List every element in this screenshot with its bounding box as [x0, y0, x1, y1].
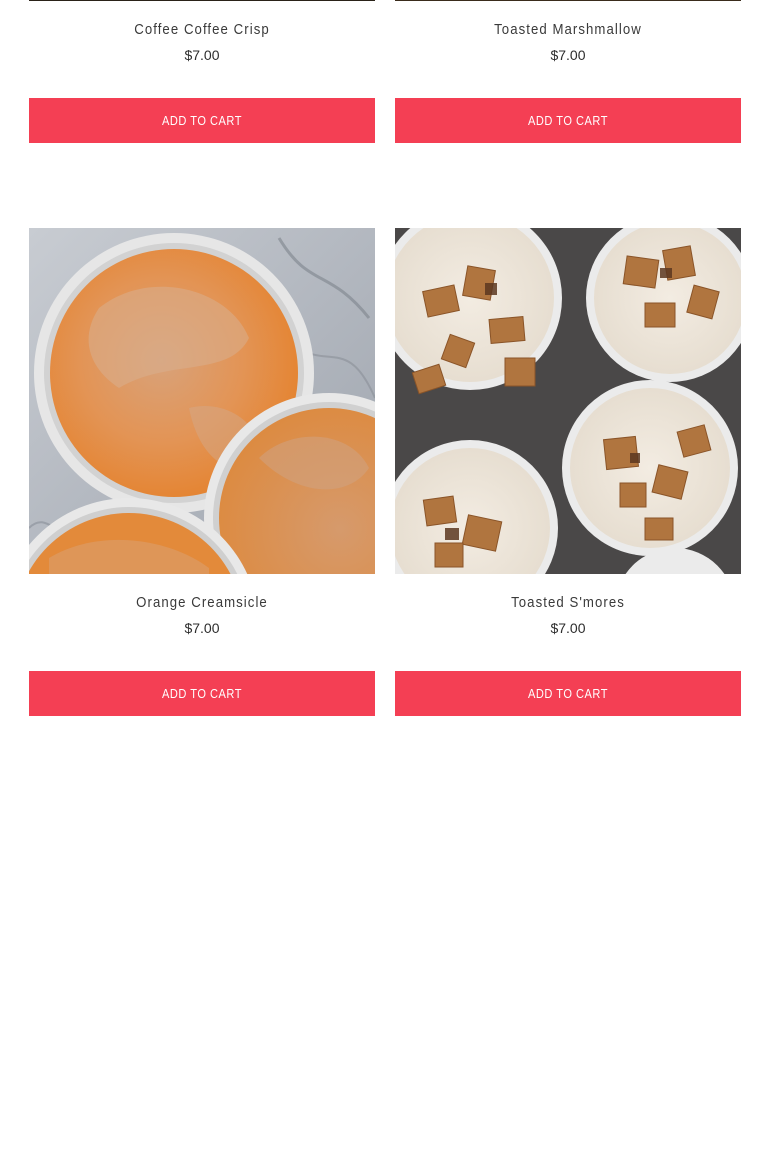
product-price: $7.00	[550, 47, 586, 63]
product-grid: Coffee Coffee Crisp $7.00 ADD TO CART To…	[0, 0, 770, 1167]
product-price: $7.00	[550, 620, 586, 636]
product-title[interactable]: Toasted Marshmallow	[416, 21, 720, 38]
add-to-cart-button[interactable]: ADD TO CART	[395, 98, 741, 143]
product-image[interactable]	[29, 228, 375, 574]
product-title[interactable]: Toasted S'mores	[416, 594, 720, 611]
add-to-cart-button[interactable]: ADD TO CART	[29, 98, 375, 143]
product-title[interactable]: Coffee Coffee Crisp	[50, 21, 354, 38]
add-to-cart-button[interactable]: ADD TO CART	[395, 671, 741, 716]
product-image-edge[interactable]	[395, 0, 741, 1]
add-to-cart-label: ADD TO CART	[162, 113, 242, 128]
product-image[interactable]	[395, 228, 741, 574]
add-to-cart-label: ADD TO CART	[528, 686, 608, 701]
add-to-cart-button[interactable]: ADD TO CART	[29, 671, 375, 716]
product-price: $7.00	[184, 47, 220, 63]
add-to-cart-label: ADD TO CART	[528, 113, 608, 128]
add-to-cart-label: ADD TO CART	[162, 686, 242, 701]
product-price: $7.00	[184, 620, 220, 636]
toasted-smores-photo	[395, 228, 741, 574]
orange-creamsicle-photo	[29, 228, 375, 574]
product-title[interactable]: Orange Creamsicle	[50, 594, 354, 611]
product-image-edge[interactable]	[29, 0, 375, 1]
